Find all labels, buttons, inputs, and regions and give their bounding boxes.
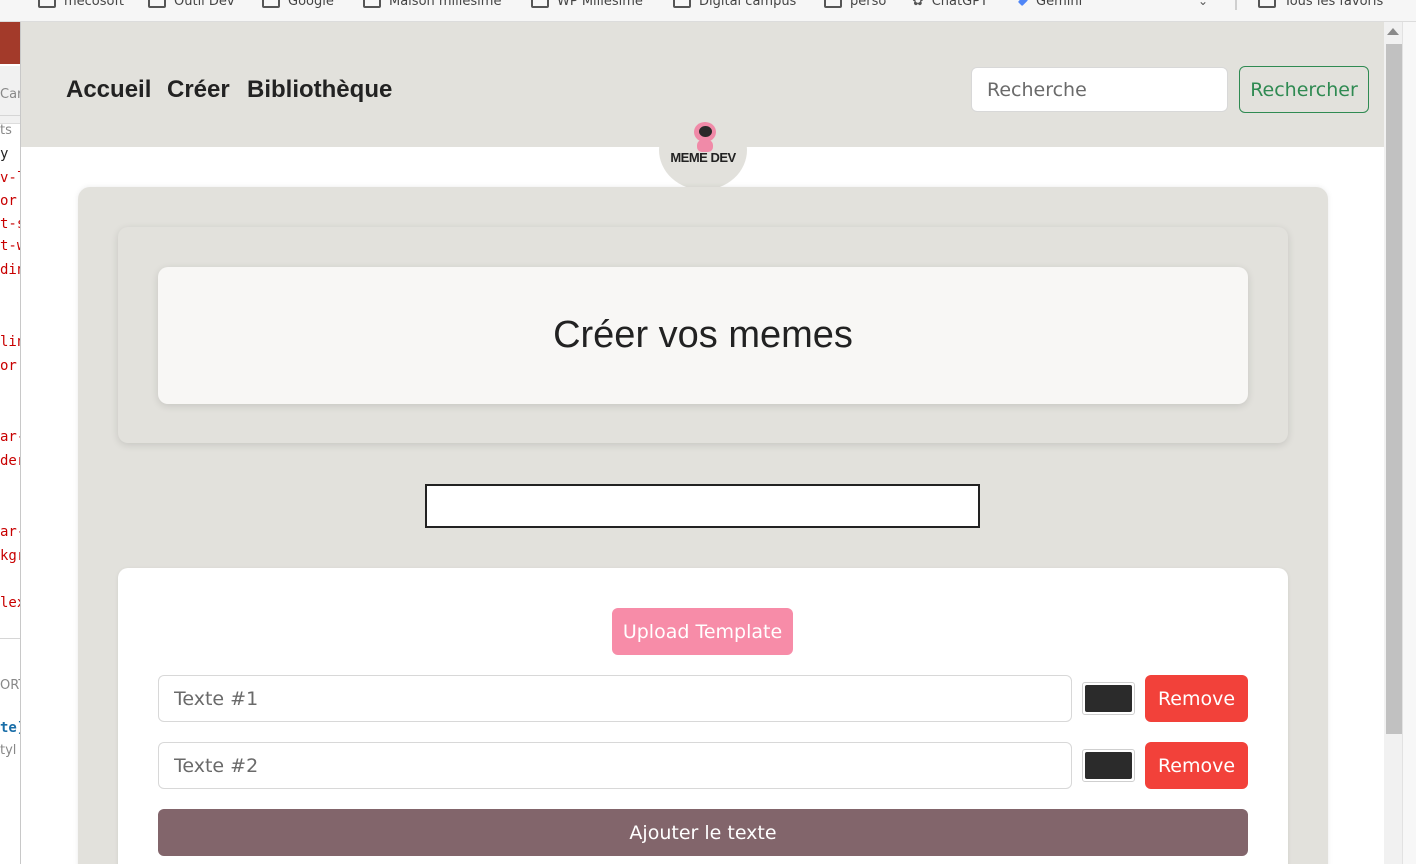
bookmark-label: Gemini xyxy=(1036,0,1083,9)
logo-text: MEME DEV xyxy=(670,150,736,165)
all-bookmarks-label: Tous les favoris xyxy=(1284,0,1384,9)
text-input-2[interactable] xyxy=(158,742,1072,789)
nav-link-bibliotheque[interactable]: Bibliothèque xyxy=(247,76,392,104)
devtools-line: y xyxy=(0,146,9,162)
devtools-divider xyxy=(0,115,20,116)
bookmarks-divider xyxy=(1235,0,1237,10)
devtools-panel: Car ts y v-l or: t-s t-w din lin or: ar-… xyxy=(0,22,21,864)
devtools-line: ts xyxy=(0,123,12,138)
devtools-line: t-s xyxy=(0,216,20,232)
bookmark-item[interactable]: perso xyxy=(824,0,886,11)
devtools-line: lex xyxy=(0,595,20,611)
devtools-line: ar- xyxy=(0,524,20,540)
window-gutter xyxy=(1402,22,1416,864)
all-bookmarks[interactable]: Tous les favoris xyxy=(1258,0,1383,11)
color-picker-2[interactable] xyxy=(1082,749,1135,782)
folder-icon xyxy=(824,0,842,8)
devtools-line: or: xyxy=(0,193,20,209)
devtools-divider xyxy=(0,638,20,639)
add-text-button[interactable]: Ajouter le texte xyxy=(158,809,1248,856)
page-title: Créer vos memes xyxy=(553,314,853,356)
chevron-down-icon: ⌄ xyxy=(1198,0,1209,8)
remove-text-2-button[interactable]: Remove xyxy=(1145,742,1248,789)
devtools-line: din xyxy=(0,262,20,278)
site-logo[interactable]: MEME DEV xyxy=(659,110,747,190)
devtools-line: der xyxy=(0,453,20,469)
devtools-line: ORT xyxy=(0,678,20,693)
nav-link-accueil[interactable]: Accueil xyxy=(66,76,151,104)
scroll-up-arrow-icon[interactable] xyxy=(1387,28,1399,35)
devtools-line: kgr xyxy=(0,548,20,564)
bookmark-label: Google xyxy=(288,0,334,9)
text-input-1[interactable] xyxy=(158,675,1072,722)
bookmark-item[interactable]: mecosoft xyxy=(38,0,124,11)
color-swatch-fill xyxy=(1085,752,1132,779)
bookmark-item[interactable]: Google xyxy=(262,0,334,11)
folder-icon xyxy=(262,0,280,8)
folder-icon xyxy=(363,0,381,8)
bookmark-label: ChatGPT xyxy=(931,0,988,9)
meme-canvas[interactable] xyxy=(425,484,980,528)
folder-icon xyxy=(148,0,166,8)
search-button[interactable]: Rechercher xyxy=(1239,66,1369,113)
nav-link-creer[interactable]: Créer xyxy=(167,76,230,104)
bookmark-item[interactable]: Maison millésime xyxy=(363,0,501,11)
upload-template-button[interactable]: Upload Template xyxy=(612,608,793,655)
bookmarks-overflow[interactable]: ⌄ xyxy=(1198,0,1208,11)
remove-text-1-button[interactable]: Remove xyxy=(1145,675,1248,722)
color-picker-1[interactable] xyxy=(1082,682,1135,715)
search-input[interactable] xyxy=(971,67,1228,112)
color-swatch-fill xyxy=(1085,685,1132,712)
scrollbar-thumb[interactable] xyxy=(1386,44,1402,734)
bookmarks-bar: mecosoft Outil Dev Google Maison millési… xyxy=(0,0,1416,22)
title-box: Créer vos memes xyxy=(158,267,1248,404)
bookmark-label: mecosoft xyxy=(64,0,124,9)
gemini-icon xyxy=(1017,0,1029,7)
folder-icon xyxy=(531,0,549,8)
bookmark-item[interactable]: Gemini xyxy=(1017,0,1083,11)
bookmark-label: Outil Dev xyxy=(174,0,235,9)
devtools-line: v-l xyxy=(0,170,20,186)
bookmark-label: WP Millésime xyxy=(557,0,643,9)
devtools-line: or: xyxy=(0,358,20,374)
bookmark-item[interactable]: WP Millésime xyxy=(531,0,643,11)
devtools-line: tyl xyxy=(0,743,17,758)
chatgpt-icon: ✿ xyxy=(912,0,924,9)
bookmark-item[interactable]: Digital campus xyxy=(673,0,796,11)
devtools-line: t-w xyxy=(0,238,20,254)
bookmark-item[interactable]: Outil Dev xyxy=(148,0,235,11)
folder-icon xyxy=(1258,0,1276,8)
devtools-line: te] xyxy=(0,720,20,736)
devtools-line: ar- xyxy=(0,429,20,445)
devtools-header xyxy=(0,22,20,64)
devtools-line: Car xyxy=(0,87,21,102)
bookmark-label: perso xyxy=(850,0,887,9)
bookmark-label: Maison millésime xyxy=(389,0,502,9)
devtools-line: lin xyxy=(0,334,20,350)
astronaut-visor xyxy=(699,126,712,137)
folder-icon xyxy=(673,0,691,8)
bookmark-item[interactable]: ✿ ChatGPT xyxy=(912,0,988,11)
bookmark-label: Digital campus xyxy=(699,0,797,9)
folder-icon xyxy=(38,0,56,8)
